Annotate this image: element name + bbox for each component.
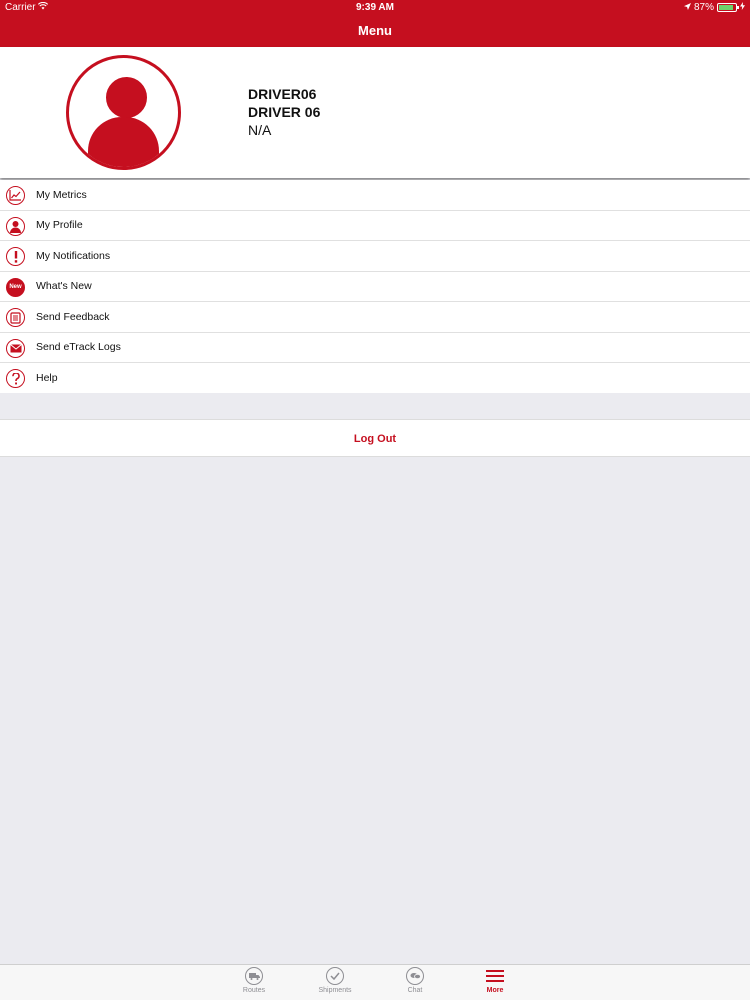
status-bar: Carrier 9:39 AM 87%	[0, 0, 750, 15]
profile-header: DRIVER06 DRIVER 06 N/A	[0, 47, 750, 178]
menu-item-send-etrack-logs[interactable]: Send eTrack Logs	[0, 333, 750, 363]
menu-item-label: What's New	[36, 280, 92, 293]
tab-label: Shipments	[318, 987, 352, 994]
tab-label: Routes	[242, 987, 266, 994]
battery-icon	[717, 3, 739, 12]
tab-more[interactable]: More	[465, 967, 525, 994]
tab-bar: Routes Shipments Chat More	[0, 964, 750, 1000]
nav-bar: Menu	[0, 15, 750, 47]
profile-username: DRIVER06	[248, 86, 317, 102]
profile-info: DRIVER06 DRIVER 06 N/A	[248, 85, 320, 139]
menu-item-label: Send Feedback	[36, 310, 110, 323]
hamburger-icon	[486, 967, 504, 985]
chat-bubbles-icon	[406, 967, 424, 985]
menu-item-whats-new[interactable]: New What's New	[0, 272, 750, 302]
mail-icon	[6, 338, 25, 358]
tab-routes[interactable]: Routes	[224, 967, 284, 994]
menu-item-label: Help	[36, 371, 58, 384]
page-title: Menu	[358, 23, 392, 38]
avatar[interactable]	[66, 55, 181, 170]
truck-icon	[245, 967, 263, 985]
person-icon	[6, 216, 25, 236]
tab-label: Chat	[407, 987, 423, 994]
avatar-head-icon	[103, 74, 150, 121]
clock: 9:39 AM	[356, 2, 394, 13]
log-out-button[interactable]: Log Out	[0, 419, 750, 457]
profile-display-name: DRIVER 06	[248, 104, 321, 120]
feedback-icon	[6, 308, 25, 327]
tab-shipments[interactable]: Shipments	[305, 967, 365, 994]
tab-label: More	[486, 987, 504, 994]
menu-item-help[interactable]: Help	[0, 363, 750, 394]
avatar-body-icon	[88, 117, 159, 167]
exclamation-icon	[6, 247, 25, 266]
charging-bolt-icon	[740, 2, 745, 13]
menu-item-label: My Metrics	[36, 188, 87, 201]
section-spacer	[0, 393, 750, 419]
battery-percent: 87%	[693, 2, 714, 13]
profile-detail: N/A	[248, 122, 272, 138]
menu-item-my-metrics[interactable]: My Metrics	[0, 180, 750, 211]
menu-item-label: Send eTrack Logs	[36, 341, 121, 354]
menu-item-label: My Notifications	[36, 249, 111, 262]
question-icon	[6, 369, 25, 388]
menu-list: My Metrics My Profile My Notifications N…	[0, 180, 750, 394]
tab-chat[interactable]: Chat	[385, 967, 445, 994]
menu-item-label: My Profile	[36, 219, 83, 232]
chart-icon	[6, 186, 25, 205]
checkmark-icon	[326, 967, 344, 985]
new-badge-icon: New	[6, 277, 25, 297]
location-arrow-icon	[683, 2, 691, 13]
menu-item-my-notifications[interactable]: My Notifications	[0, 241, 750, 272]
menu-item-send-feedback[interactable]: Send Feedback	[0, 302, 750, 333]
menu-item-my-profile[interactable]: My Profile	[0, 211, 750, 241]
log-out-label: Log Out	[353, 433, 397, 445]
